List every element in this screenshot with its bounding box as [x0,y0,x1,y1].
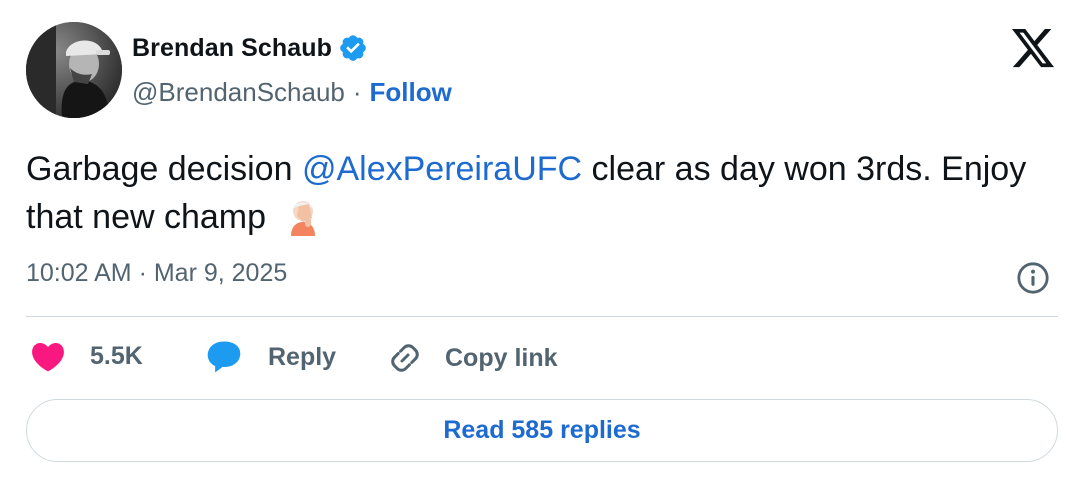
author-handle-row: @BrendanSchaub · Follow [132,77,452,108]
reply-bubble-icon [207,341,241,373]
verified-badge-icon [340,35,366,61]
tweet-text-before: Garbage decision [26,150,302,188]
tweet-embed-card: Brendan Schaub @BrendanSchaub · Follow G… [0,0,1084,488]
tweet-timestamp[interactable]: 10:02 AM · Mar 9, 2025 [26,259,287,288]
likes-count: 5.5K [90,341,143,370]
handle-separator: · [352,77,362,107]
heart-icon [32,343,64,372]
divider [26,316,1058,317]
follow-button[interactable]: Follow [370,77,452,108]
author-name-row: Brendan Schaub [132,33,368,63]
avatar-photo [26,22,122,118]
link-icon [391,344,419,372]
tweet-mention-link[interactable]: @AlexPereiraUFC [302,150,582,188]
x-logo-icon[interactable] [1010,28,1056,70]
facepalm-emoji [291,201,316,236]
reply-button[interactable]: Reply [206,340,336,374]
like-button[interactable]: 5.5K [30,340,143,372]
info-icon[interactable] [1016,261,1050,295]
read-replies-button[interactable]: Read 585 replies [26,399,1058,462]
reply-label: Reply [268,342,337,371]
copy-link-label: Copy link [445,343,558,372]
author-display-name[interactable]: Brendan Schaub [132,34,332,63]
copy-link-button[interactable]: Copy link [387,340,558,376]
avatar[interactable] [26,22,122,118]
author-handle[interactable]: @BrendanSchaub [132,77,345,108]
tweet-text: Garbage decision @AlexPereiraUFC clear a… [26,145,1066,241]
